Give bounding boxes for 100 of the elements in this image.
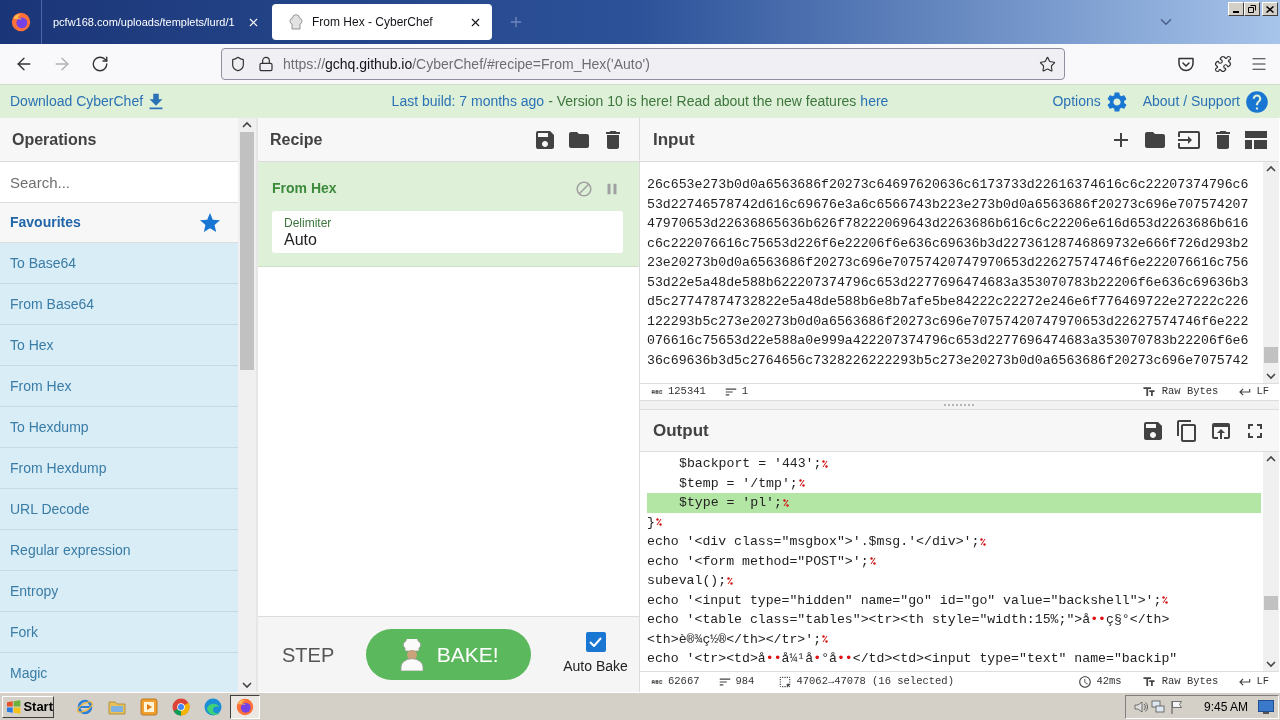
field-value: Auto xyxy=(284,229,318,249)
build-info: Last build: 7 months ago xyxy=(391,92,545,111)
lock-icon[interactable] xyxy=(258,56,274,72)
code-text: echo '<tr><td>å••å¼¹å•°å••</td><td><input type="text" name="backip" xyxy=(647,650,1178,668)
eol-selector[interactable]: LF xyxy=(1256,674,1269,690)
code-text: $backport = '443'; xyxy=(679,455,822,473)
code-text: echo '<div class="msgbox">'.$msg.'</div>'; xyxy=(647,533,980,551)
address-bar[interactable]: https://gchq.github.io/CyberChef/#recipe=From_Hex('Auto') xyxy=(221,48,1065,80)
url-text: https://gchq.github.io/CyberChef/#recipe=From_Hex('Auto') xyxy=(283,54,650,74)
scrollbar[interactable] xyxy=(1263,162,1279,383)
operation-title: From Hex xyxy=(272,179,337,198)
media-player-icon[interactable] xyxy=(140,697,158,716)
code-text: subeval(); xyxy=(647,572,727,590)
operation-item[interactable]: Regular expression xyxy=(0,530,238,571)
code-text: echo '<input type="hidden" name="go" id="go" value="backshell">'; xyxy=(647,591,1162,610)
operation-item[interactable]: Magic xyxy=(0,653,238,692)
minimize-button[interactable] xyxy=(1228,2,1244,16)
length-value: 125341 xyxy=(668,384,706,400)
input-title: Input xyxy=(653,128,695,151)
code-text: echo '<form method="POST">'; xyxy=(647,552,869,571)
lines-value: 984 xyxy=(735,674,755,690)
drag-handle-icon[interactable] xyxy=(943,403,976,407)
scrollbar[interactable] xyxy=(1263,452,1279,671)
checkmark-icon xyxy=(589,637,603,647)
shield-icon[interactable] xyxy=(230,56,246,72)
menu-icon[interactable] xyxy=(1250,55,1268,73)
operation-item[interactable]: From Hexdump xyxy=(0,448,238,489)
code-text: $temp = '/tmp'; xyxy=(679,474,798,493)
download-link[interactable]: Download CyberChef xyxy=(10,91,144,112)
scrollbar-thumb[interactable] xyxy=(1264,347,1278,363)
clock-icon xyxy=(1078,675,1093,689)
recipe-title: Recipe xyxy=(270,129,323,150)
field-label: Delimiter xyxy=(284,215,333,230)
operation-item[interactable]: From Hex xyxy=(0,366,238,407)
speaker-icon[interactable] xyxy=(1134,699,1148,714)
reload-icon[interactable] xyxy=(91,55,109,73)
version-notice: - Version 10 is here! Read about the new features xyxy=(548,92,857,111)
code-text: <th>è®¾ç½®</th></tr>'; xyxy=(647,630,822,649)
extensions-icon[interactable] xyxy=(1214,55,1232,73)
options-link[interactable]: Options xyxy=(1052,91,1101,112)
notice-link[interactable]: here xyxy=(860,91,889,112)
start-button[interactable]: Start xyxy=(2,695,54,718)
code-text: echo '<table class="tables"><tr><th style="width:15%;">å••ç§°</th> xyxy=(647,611,1170,629)
operation-item[interactable]: To Hexdump xyxy=(0,407,238,448)
auto-bake-label: Auto Bake xyxy=(563,657,628,676)
tab-title: From Hex - CyberChef xyxy=(312,14,433,31)
restore-icon xyxy=(1248,5,1256,13)
text-fields-icon[interactable] xyxy=(1141,385,1156,399)
lines-value: 1 xyxy=(741,384,749,400)
layout-icon[interactable] xyxy=(1245,130,1267,149)
active-taskbar-button[interactable] xyxy=(230,694,260,719)
output-title: Output xyxy=(653,419,709,442)
clock-time: 9:45 AM xyxy=(1204,698,1249,716)
pocket-icon[interactable] xyxy=(1178,56,1194,72)
auto-bake-checkbox[interactable] xyxy=(585,632,606,652)
firefox-logo-icon[interactable] xyxy=(10,12,31,32)
operation-item[interactable]: Fork xyxy=(0,612,238,653)
text-fields-icon[interactable] xyxy=(1141,675,1156,689)
scrollbar-thumb[interactable] xyxy=(1264,596,1278,610)
step-button[interactable]: STEP xyxy=(282,639,335,670)
help-icon[interactable] xyxy=(1244,88,1270,115)
encoding-selector[interactable]: Raw Bytes xyxy=(1161,674,1219,690)
desktop-icon[interactable] xyxy=(1258,699,1274,714)
network-icon[interactable] xyxy=(1151,699,1165,714)
selection-range: 47062→47078 (16 selected) xyxy=(796,674,954,690)
chef-icon xyxy=(398,638,425,671)
operation-item[interactable]: URL Decode xyxy=(0,489,238,530)
code-text: } xyxy=(647,513,655,532)
windows-flag-icon xyxy=(6,699,22,714)
length-value: 62667 xyxy=(668,674,700,690)
bake-button[interactable]: BAKE! xyxy=(366,629,532,680)
operation-item[interactable]: Entropy xyxy=(0,571,238,612)
recipe-operation[interactable]: From Hex Delimiter Auto xyxy=(258,162,639,267)
about-link[interactable]: About / Support xyxy=(1142,91,1240,112)
bake-time: 42ms xyxy=(1096,674,1122,690)
operations-title: Operations xyxy=(12,129,97,150)
bookmark-star-icon[interactable] xyxy=(1039,55,1056,73)
eol-selector[interactable]: LF xyxy=(1256,384,1269,400)
flag-icon[interactable] xyxy=(1170,699,1184,714)
close-window-button[interactable] xyxy=(1262,2,1278,16)
selection-icon xyxy=(778,675,793,689)
operation-item[interactable]: To Hex xyxy=(0,325,238,366)
browser-tab[interactable]: From Hex - CyberChef xyxy=(272,4,492,40)
restore-button[interactable] xyxy=(1244,2,1260,16)
operation-item[interactable]: To Base64 xyxy=(0,243,238,284)
browser-tab[interactable]: pcfw168.com/uploads/templets/lurd/1 xyxy=(42,0,270,44)
argument-field[interactable]: Delimiter Auto xyxy=(272,211,623,253)
browser-e-icon[interactable] xyxy=(76,697,94,716)
chrome-logo-icon[interactable] xyxy=(172,697,190,716)
encoding-selector[interactable]: Raw Bytes xyxy=(1161,384,1219,400)
close-icon xyxy=(1266,5,1274,13)
operation-item[interactable]: From Base64 xyxy=(0,284,238,325)
firefox-logo-icon[interactable] xyxy=(236,697,254,716)
code-text: $type = 'pl'; xyxy=(679,494,782,512)
copy-icon[interactable] xyxy=(1175,418,1199,443)
scrollbar-thumb[interactable] xyxy=(240,132,254,370)
minimize-icon xyxy=(1233,11,1239,13)
tab-title: pcfw168.com/uploads/templets/lurd/1 xyxy=(53,14,235,30)
favourites-category[interactable]: Favourites xyxy=(0,203,238,243)
scrollbar[interactable] xyxy=(238,118,256,692)
